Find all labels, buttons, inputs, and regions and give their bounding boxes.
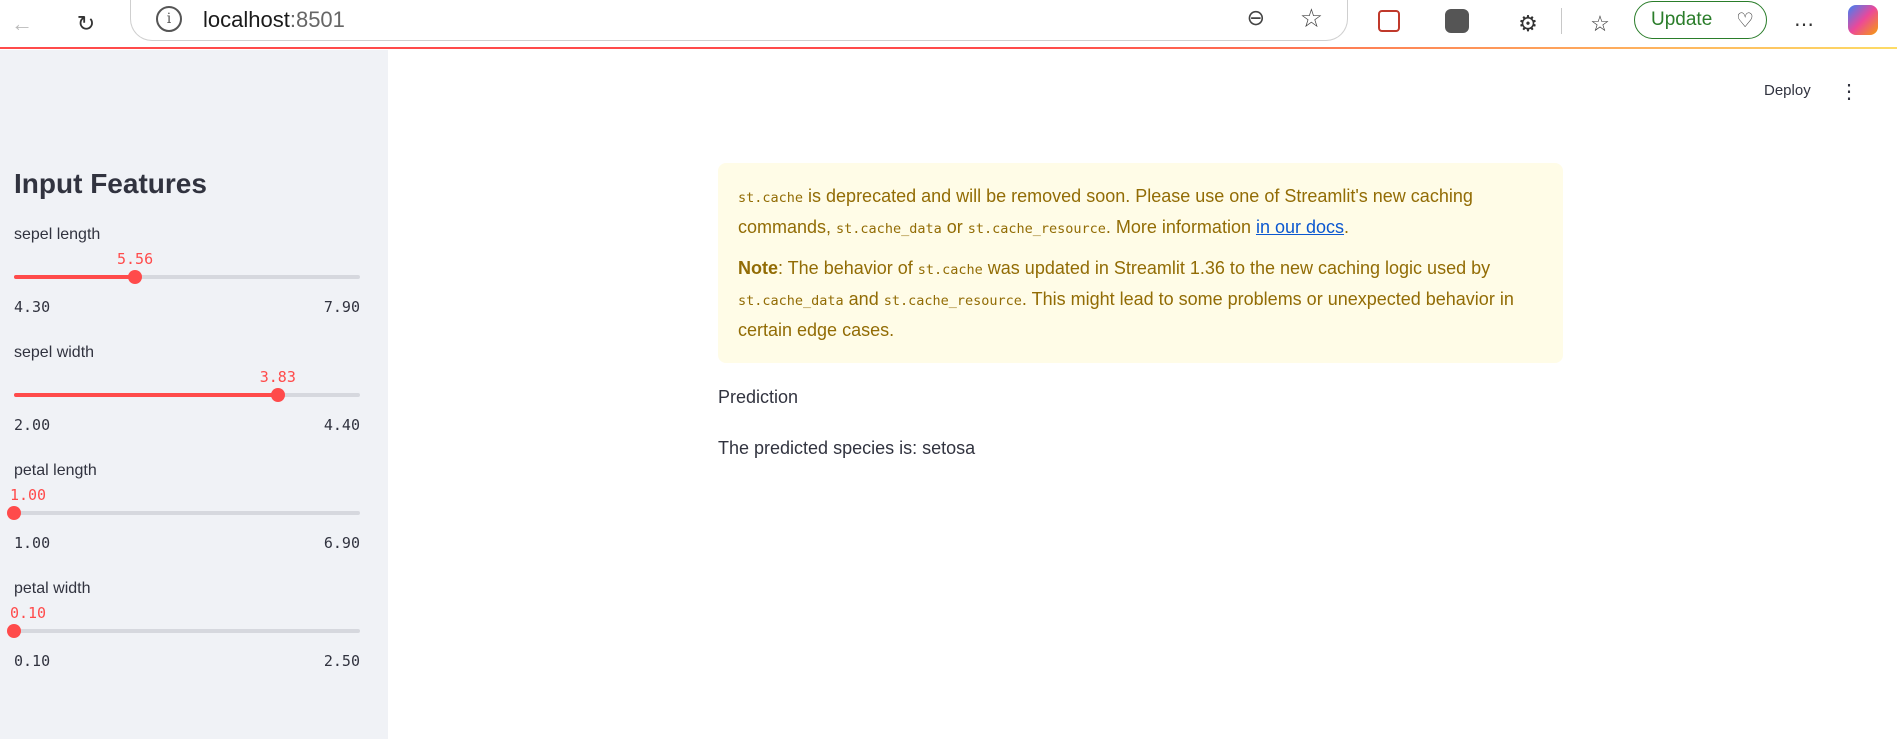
site-info-icon[interactable]: i	[156, 6, 182, 32]
copilot-extension-icon[interactable]	[1445, 9, 1469, 33]
back-arrow-icon[interactable]: ←	[2, 4, 42, 44]
slider-thumb[interactable]	[128, 270, 143, 284]
browser-toolbar: ← ↻ i localhost:8501 ⊖ ☆ ⚙ ☆ Update ♡ ⋯	[0, 0, 1897, 49]
slider-thumb[interactable]	[7, 624, 21, 638]
slider-track[interactable]	[14, 275, 360, 279]
heart-pulse-icon: ♡	[1736, 10, 1754, 32]
update-label: Update	[1651, 9, 1713, 30]
slider-max: 7.90	[323, 298, 360, 316]
prediction-result: The predicted species is: setosa	[718, 438, 976, 458]
slider-thumb[interactable]	[7, 506, 21, 520]
url-host: localhost	[203, 7, 290, 32]
slider-min: 1.00	[14, 534, 51, 552]
favorites-icon[interactable]: ☆	[1580, 4, 1620, 44]
update-button[interactable]: Update ♡	[1634, 1, 1767, 39]
note-label: Note	[738, 258, 778, 278]
copilot-icon[interactable]	[1848, 5, 1878, 35]
warning-text: .	[1344, 217, 1350, 237]
more-menu-icon[interactable]: ⋯	[1784, 4, 1824, 44]
mcafee-extension-icon[interactable]	[1378, 10, 1400, 32]
slider-min: 4.30	[14, 298, 51, 316]
main-menu-icon[interactable]: ⋮	[1839, 78, 1859, 104]
slider-max: 2.50	[323, 652, 360, 670]
url-port: :8501	[289, 7, 345, 32]
sidebar-title: Input Features	[14, 168, 207, 199]
slider-thumb[interactable]	[270, 388, 285, 402]
deprecation-warning: st.cache is deprecated and will be remov…	[718, 163, 1563, 363]
code-st-cache-resource: st.cache_resource	[967, 221, 1106, 237]
slider-current-value: 1.00	[9, 486, 47, 504]
warning-paragraph-2: Note: The behavior of st.cache was updat…	[738, 254, 1543, 345]
slider-track[interactable]	[14, 393, 360, 397]
slider-petal-width[interactable]: petal width 0.10 0.10 2.50	[7, 580, 360, 690]
code-st-cache-resource: st.cache_resource	[883, 293, 1022, 309]
code-st-cache: st.cache	[738, 190, 804, 206]
url-text[interactable]: localhost:8501	[203, 7, 345, 33]
slider-petal-length[interactable]: petal length 1.00 1.00 6.90	[7, 462, 360, 572]
slider-current-value: 3.83	[259, 368, 296, 386]
slider-min: 2.00	[14, 416, 51, 434]
slider-track[interactable]	[14, 511, 360, 515]
zoom-out-icon[interactable]: ⊖	[1247, 5, 1265, 31]
toolbar-divider	[1561, 8, 1562, 34]
slider-current-value: 5.56	[117, 250, 154, 268]
slider-label: sepel length	[14, 226, 101, 243]
warning-paragraph-1: st.cache is deprecated and will be remov…	[738, 182, 1543, 244]
deploy-button[interactable]: Deploy	[1764, 82, 1811, 99]
top-accent-line	[0, 47, 1897, 49]
slider-sepel-width[interactable]: sepel width 3.83 2.00 4.40	[14, 344, 360, 454]
warning-text: . More information	[1105, 217, 1256, 237]
main-content: Deploy ⋮ st.cache is deprecated and will…	[388, 50, 1897, 739]
slider-label: sepel width	[14, 344, 95, 361]
sidebar: Input Features sepel length 5.56 4.30 7.…	[0, 50, 388, 739]
warning-text: and	[843, 289, 884, 309]
slider-fill	[14, 275, 136, 279]
slider-max: 4.40	[323, 416, 360, 434]
favorite-star-icon[interactable]: ☆	[1300, 3, 1323, 34]
slider-fill	[14, 393, 278, 397]
address-bar[interactable]: i localhost:8501 ⊖ ☆	[130, 0, 1348, 41]
slider-sepel-length[interactable]: sepel length 5.56 4.30 7.90	[14, 226, 360, 336]
slider-max: 6.90	[323, 534, 360, 552]
warning-text: was updated in Streamlit 1.36 to the new…	[982, 258, 1491, 278]
slider-track[interactable]	[14, 629, 360, 633]
warning-text: or	[941, 217, 968, 237]
slider-label: petal width	[14, 580, 91, 597]
code-st-cache: st.cache	[917, 262, 983, 278]
extensions-puzzle-icon[interactable]: ⚙	[1508, 4, 1548, 44]
slider-current-value: 0.10	[9, 604, 47, 622]
reload-icon[interactable]: ↻	[66, 4, 106, 44]
docs-link[interactable]: in our docs	[1256, 217, 1344, 237]
slider-min: 0.10	[14, 652, 51, 670]
slider-label: petal length	[14, 462, 97, 479]
warning-text: : The behavior of	[778, 258, 918, 278]
prediction-heading: Prediction	[718, 387, 799, 407]
code-st-cache-data: st.cache_data	[738, 293, 844, 309]
code-st-cache-data: st.cache_data	[836, 221, 942, 237]
